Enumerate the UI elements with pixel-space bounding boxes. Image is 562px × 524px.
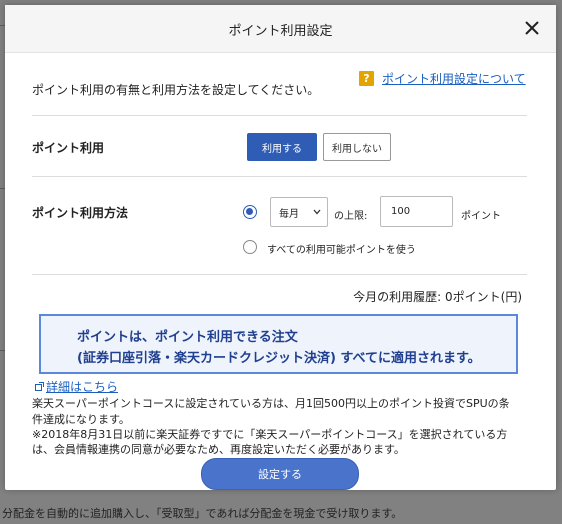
note-line: は、会員情報連携の同意が必要なため、再度設定いただく必要があります。: [32, 443, 405, 456]
frequency-value: 毎月: [279, 208, 299, 220]
help-link[interactable]: ポイント利用設定について: [382, 70, 526, 87]
notice-line-2: (証券口座引落・楽天カードクレジット決済) すべてに適用されます。: [77, 351, 481, 366]
no-points-button[interactable]: 利用しない: [323, 133, 391, 161]
all-points-radio[interactable]: [243, 240, 257, 254]
external-link-icon: [35, 382, 44, 391]
points-unit: ポイント: [461, 211, 501, 222]
details-link[interactable]: 詳細はこちら: [35, 378, 118, 395]
use-points-button[interactable]: 利用する: [247, 133, 317, 161]
help-icon: ?: [359, 71, 374, 86]
note-line: 楽天スーパーポイントコースに設定されている方は、月1回500円以上のポイント投資…: [32, 397, 510, 410]
notice-box: ポイントは、ポイント利用できる注文 (証券口座引落・楽天カードクレジット決済) …: [39, 314, 518, 374]
frequency-select[interactable]: 毎月: [270, 197, 328, 227]
details-link-label: 詳細はこちら: [46, 380, 119, 394]
close-icon: [525, 21, 539, 35]
point-settings-modal: ポイント利用設定 ポイント利用の有無と利用方法を設定してください。 ? ポイント…: [5, 5, 556, 490]
limit-label: の上限:: [334, 211, 368, 222]
usage-history: 今月の利用履歴: 0ポイント(円): [353, 290, 522, 304]
divider: [32, 115, 527, 116]
method-label: ポイント利用方法: [32, 206, 129, 220]
chevron-down-icon: [313, 209, 321, 215]
submit-button[interactable]: 設定する: [201, 458, 359, 490]
divider: [32, 176, 527, 177]
point-use-label: ポイント利用: [32, 141, 105, 155]
intro-text: ポイント利用の有無と利用方法を設定してください。: [32, 83, 320, 97]
note-line: ※2018年8月31日以前に楽天証券ですでに「楽天スーパーポイントコース」を選択…: [32, 428, 508, 441]
divider: [32, 274, 527, 275]
help-section: ? ポイント利用設定について: [359, 70, 526, 87]
limit-radio[interactable]: [243, 205, 257, 219]
modal-title: ポイント利用設定: [228, 24, 333, 39]
background-text: 分配金を自動的に追加購入し、「受取型」であれば分配金を現金で受け取ります。: [2, 507, 403, 520]
limit-input[interactable]: 100: [380, 196, 453, 227]
notice-line-1: ポイントは、ポイント利用できる注文: [77, 330, 298, 345]
modal-header: ポイント利用設定: [5, 5, 556, 53]
close-button[interactable]: [522, 18, 542, 38]
all-points-label: すべての利用可能ポイントを使う: [267, 245, 416, 256]
note-line: 件達成になります。: [32, 413, 130, 426]
